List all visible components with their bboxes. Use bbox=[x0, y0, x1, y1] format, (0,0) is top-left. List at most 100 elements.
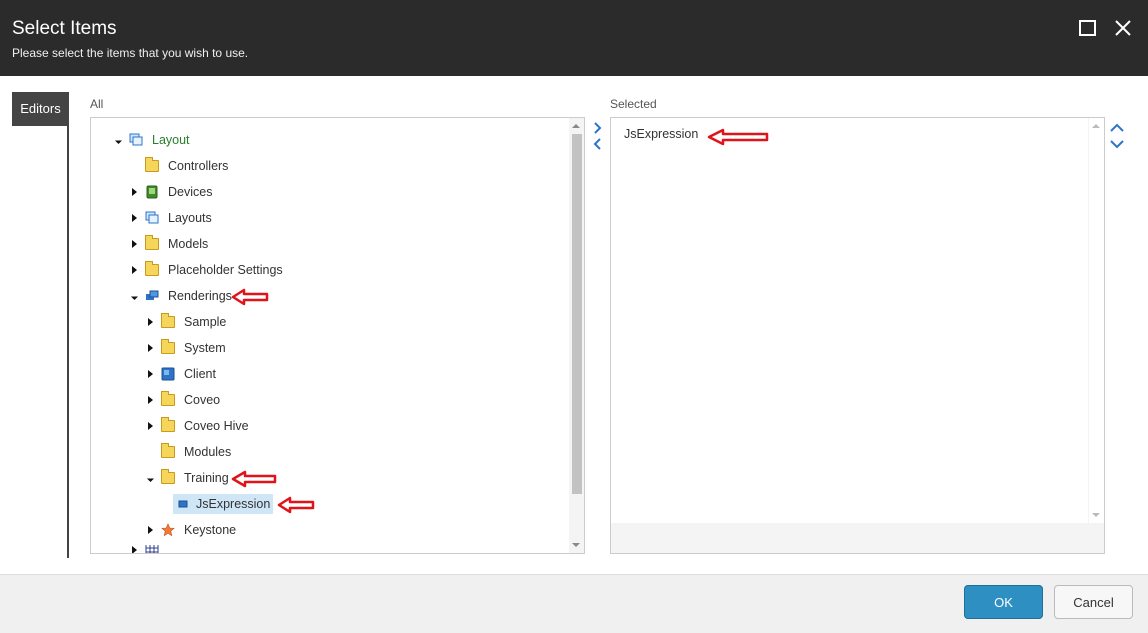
tree-node-devices[interactable]: Devices bbox=[127, 181, 215, 203]
rendering-icon bbox=[145, 289, 159, 303]
folder-icon bbox=[161, 417, 175, 433]
tabs-divider bbox=[67, 92, 69, 558]
remove-item-button[interactable] bbox=[589, 136, 607, 152]
selected-list[interactable]: JsExpression bbox=[610, 117, 1105, 554]
tree-node-label: Coveo bbox=[184, 393, 221, 407]
move-down-button[interactable] bbox=[1108, 136, 1126, 152]
annotation-arrow-icon bbox=[231, 288, 269, 306]
scroll-down-icon[interactable] bbox=[572, 543, 580, 547]
order-buttons bbox=[1108, 120, 1126, 152]
tree-node-label: Modules bbox=[184, 445, 232, 459]
collapse-icon[interactable] bbox=[143, 471, 157, 485]
collapse-icon[interactable] bbox=[127, 289, 141, 303]
scroll-down-icon[interactable] bbox=[1092, 513, 1100, 517]
grid-icon bbox=[145, 545, 159, 553]
tree-node-label: Layouts bbox=[168, 211, 212, 225]
editor-tabs: Editors bbox=[0, 76, 69, 558]
tree-node-placeholder-settings[interactable]: Placeholder Settings bbox=[127, 259, 286, 281]
tree-node-label: Devices bbox=[168, 185, 213, 199]
tree-node-layout[interactable]: Layout bbox=[111, 129, 193, 151]
tree-node-coveo[interactable]: Coveo bbox=[143, 389, 223, 411]
tree-node-keystone[interactable]: Keystone bbox=[143, 519, 239, 541]
tab-editors[interactable]: Editors bbox=[12, 92, 69, 126]
folder-icon bbox=[161, 339, 175, 355]
scroll-up-icon[interactable] bbox=[572, 124, 580, 128]
add-item-button[interactable] bbox=[589, 120, 607, 136]
tree-node-partial bbox=[127, 545, 165, 553]
tree-node-label: System bbox=[184, 341, 226, 355]
tree-node-modules[interactable]: Modules bbox=[143, 441, 234, 463]
close-button[interactable] bbox=[1113, 18, 1135, 40]
tree-node-layouts[interactable]: Layouts bbox=[127, 207, 215, 229]
selected-list-inner: JsExpression bbox=[611, 118, 1088, 523]
tree-node-label: Keystone bbox=[184, 523, 237, 537]
folder-icon bbox=[145, 235, 159, 251]
selected-highlight: JsExpression bbox=[173, 494, 274, 514]
tree-node-client[interactable]: Client bbox=[143, 363, 219, 385]
tree-node-system[interactable]: System bbox=[143, 337, 229, 359]
tree-label: All bbox=[90, 97, 104, 111]
content-tree[interactable]: Layout Controllers Devices Layouts Model… bbox=[90, 117, 585, 554]
tree-scrollbar[interactable] bbox=[569, 118, 584, 553]
star-icon bbox=[161, 523, 175, 537]
expand-icon[interactable] bbox=[143, 523, 157, 537]
expand-icon[interactable] bbox=[127, 185, 141, 199]
chevron-left-icon bbox=[593, 138, 601, 150]
close-icon bbox=[1113, 18, 1135, 38]
selected-label: Selected bbox=[610, 97, 657, 111]
chevron-right-icon bbox=[594, 122, 602, 134]
folder-icon bbox=[145, 157, 159, 173]
dialog-subtitle: Please select the items that you wish to… bbox=[12, 46, 249, 60]
tree-node-label: Client bbox=[184, 367, 216, 381]
maximize-button[interactable] bbox=[1078, 18, 1100, 40]
folder-icon bbox=[161, 469, 175, 485]
folder-icon bbox=[145, 261, 159, 277]
layout-icon bbox=[129, 133, 143, 147]
device-icon bbox=[145, 185, 159, 199]
selected-scrollbar[interactable] bbox=[1089, 118, 1104, 523]
chevron-up-icon bbox=[1110, 123, 1124, 132]
move-up-button[interactable] bbox=[1108, 120, 1126, 136]
tree-node-label: Models bbox=[168, 237, 209, 251]
expand-icon[interactable] bbox=[143, 315, 157, 329]
scroll-up-icon[interactable] bbox=[1092, 124, 1100, 128]
expand-icon[interactable] bbox=[143, 419, 157, 433]
folder-icon bbox=[161, 443, 175, 459]
ok-button[interactable]: OK bbox=[964, 585, 1043, 619]
scroll-thumb[interactable] bbox=[572, 134, 582, 494]
maximize-icon bbox=[1078, 18, 1100, 38]
expand-icon[interactable] bbox=[143, 367, 157, 381]
tree-node-label: Training bbox=[184, 471, 229, 485]
client-icon bbox=[161, 367, 175, 381]
tree-node-renderings[interactable]: Renderings bbox=[127, 285, 235, 307]
layout-icon bbox=[145, 211, 159, 225]
annotation-arrow-icon bbox=[707, 128, 769, 146]
selected-item[interactable]: JsExpression bbox=[624, 127, 698, 141]
folder-icon bbox=[161, 391, 175, 407]
annotation-arrow-icon bbox=[277, 496, 315, 514]
tree-node-label: Sample bbox=[184, 315, 227, 329]
tree-node-controllers[interactable]: Controllers bbox=[127, 155, 231, 177]
tree-node-sample[interactable]: Sample bbox=[143, 311, 229, 333]
tree-node-models[interactable]: Models bbox=[127, 233, 211, 255]
folder-icon bbox=[161, 313, 175, 329]
dialog-title: Select Items bbox=[12, 18, 117, 39]
tree-node-label: Coveo Hive bbox=[184, 419, 249, 433]
tree-node-label: Renderings bbox=[168, 289, 232, 303]
expand-icon[interactable] bbox=[143, 393, 157, 407]
dialog-header: Select Items Please select the items tha… bbox=[0, 0, 1148, 76]
tree-node-label: JsExpression bbox=[196, 497, 271, 511]
expand-icon[interactable] bbox=[127, 237, 141, 251]
cancel-button[interactable]: Cancel bbox=[1054, 585, 1133, 619]
tree-node-label: Layout bbox=[152, 133, 190, 147]
collapse-icon[interactable] bbox=[111, 133, 125, 147]
expand-icon[interactable] bbox=[127, 263, 141, 277]
tree-node-label: Controllers bbox=[168, 159, 229, 173]
rendering-icon bbox=[176, 497, 190, 511]
dialog-footer: OK Cancel bbox=[0, 574, 1148, 633]
expand-icon[interactable] bbox=[143, 341, 157, 355]
tree-node-jsexpression[interactable]: JsExpression bbox=[173, 493, 274, 515]
expand-icon[interactable] bbox=[127, 211, 141, 225]
tree-node-training[interactable]: Training bbox=[143, 467, 232, 489]
tree-node-coveo-hive[interactable]: Coveo Hive bbox=[143, 415, 252, 437]
